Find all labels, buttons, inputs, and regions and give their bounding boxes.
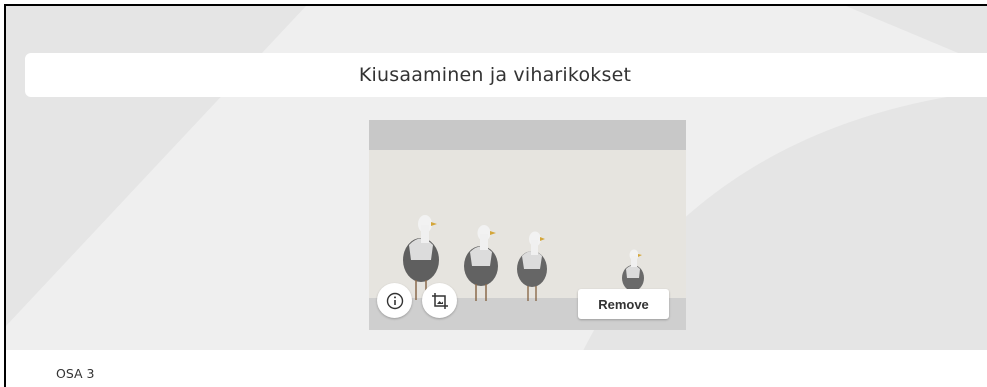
page-title[interactable]: Kiusaaminen ja viharikokset [359, 64, 631, 86]
editor-canvas: Kiusaaminen ja viharikokset Remove OSA 3 [4, 4, 987, 387]
image-block[interactable]: Remove [369, 120, 686, 330]
image-crop-button[interactable] [422, 283, 457, 318]
remove-image-button[interactable]: Remove [578, 289, 669, 319]
crop-icon [431, 292, 448, 309]
title-bar[interactable]: Kiusaaminen ja viharikokset [25, 53, 987, 97]
image-info-button[interactable] [377, 283, 412, 318]
section-label: OSA 3 [56, 366, 95, 381]
section-panel: OSA 3 [6, 350, 987, 387]
info-icon [386, 292, 403, 309]
